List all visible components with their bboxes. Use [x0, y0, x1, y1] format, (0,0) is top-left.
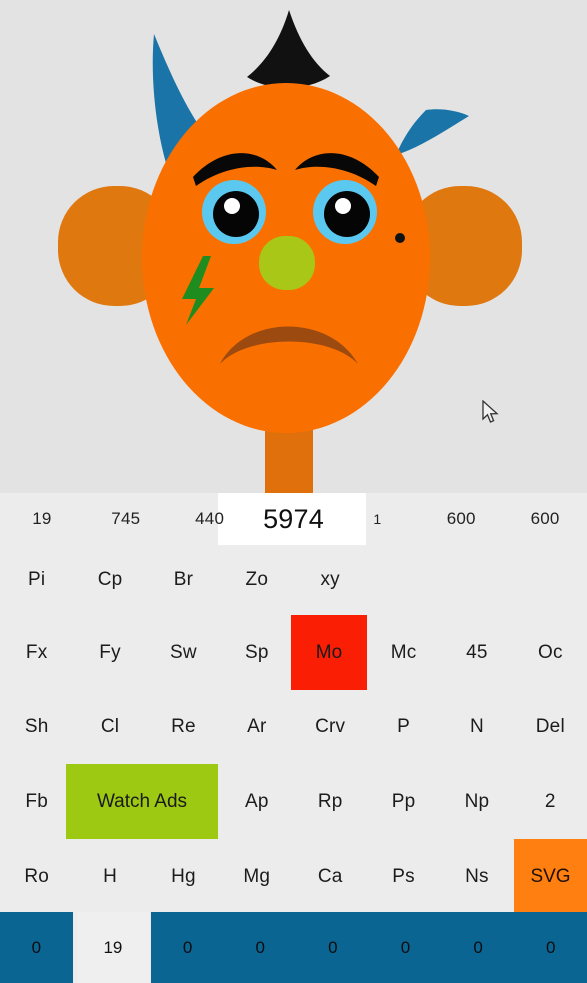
- bottom-cell-7[interactable]: 0: [514, 912, 587, 983]
- key-ca[interactable]: Ca: [294, 839, 367, 914]
- key-re[interactable]: Re: [147, 690, 220, 764]
- bottom-cell-1-active[interactable]: 19: [76, 912, 150, 983]
- key-row-4: Fb Ap Rp Pp Np 2 Watch Ads: [0, 764, 587, 839]
- character-canvas[interactable]: [0, 0, 587, 493]
- key-hg[interactable]: Hg: [147, 839, 220, 914]
- number-cell-4[interactable]: 1: [335, 493, 419, 545]
- number-cell-2[interactable]: 440: [168, 493, 252, 545]
- key-fy[interactable]: Fy: [73, 615, 146, 690]
- key-zo[interactable]: Zo: [220, 545, 293, 615]
- key-empty-1c: [514, 545, 587, 615]
- key-br[interactable]: Br: [147, 545, 220, 615]
- key-ns[interactable]: Ns: [440, 839, 513, 914]
- key-ps[interactable]: Ps: [367, 839, 440, 914]
- bottom-cell-3[interactable]: 0: [223, 912, 297, 983]
- bottom-cell-6[interactable]: 0: [441, 912, 515, 983]
- watch-ads-button[interactable]: Watch Ads: [66, 764, 218, 839]
- bottom-cell-5[interactable]: 0: [369, 912, 442, 983]
- key-sh[interactable]: Sh: [0, 690, 73, 764]
- key-2[interactable]: 2: [514, 764, 587, 839]
- mole-dot: [395, 233, 405, 243]
- key-cp[interactable]: Cp: [73, 545, 146, 615]
- svg-button[interactable]: SVG: [514, 839, 587, 914]
- key-oc[interactable]: Oc: [514, 615, 587, 690]
- key-mc[interactable]: Mc: [367, 615, 440, 690]
- key-row-5: Ro H Hg Mg Ca Ps Ns SVG: [0, 839, 587, 914]
- key-np[interactable]: Np: [440, 764, 513, 839]
- key-p[interactable]: P: [367, 690, 440, 764]
- bottom-counter-bar: 0 19 0 0 0 0 0 0: [0, 912, 587, 983]
- key-fb[interactable]: Fb: [0, 764, 73, 839]
- left-eye-highlight: [224, 198, 240, 214]
- key-xy[interactable]: xy: [294, 545, 367, 615]
- key-row-1: Pi Cp Br Zo xy: [0, 545, 587, 615]
- number-cell-0[interactable]: 19: [0, 493, 84, 545]
- key-pi[interactable]: Pi: [0, 545, 73, 615]
- key-h[interactable]: H: [73, 839, 146, 914]
- keyboard-panel: 19 745 440 5974 1 600 600 Pi Cp Br Zo xy…: [0, 493, 587, 914]
- key-ar[interactable]: Ar: [220, 690, 293, 764]
- key-rp[interactable]: Rp: [294, 764, 367, 839]
- number-cell-1[interactable]: 745: [84, 493, 168, 545]
- key-empty-1b: [440, 545, 513, 615]
- right-eye-highlight: [335, 198, 351, 214]
- right-eye-pupil: [324, 191, 370, 237]
- left-eye-pupil: [213, 191, 259, 237]
- number-cell-6[interactable]: 600: [503, 493, 587, 545]
- bottom-cell-4[interactable]: 0: [296, 912, 370, 983]
- key-ro[interactable]: Ro: [0, 839, 73, 914]
- key-45[interactable]: 45: [440, 615, 513, 690]
- key-n[interactable]: N: [440, 690, 513, 764]
- monster-illustration: [0, 0, 587, 493]
- key-del[interactable]: Del: [514, 690, 587, 764]
- key-pp[interactable]: Pp: [367, 764, 440, 839]
- key-row-3: Sh Cl Re Ar Crv P N Del: [0, 690, 587, 764]
- bottom-cell-0[interactable]: 0: [0, 912, 73, 983]
- number-cell-3-active[interactable]: 5974: [252, 493, 336, 545]
- number-readout-row: 19 745 440 5974 1 600 600: [0, 493, 587, 545]
- app-root: 19 745 440 5974 1 600 600 Pi Cp Br Zo xy…: [0, 0, 587, 983]
- key-mo-highlighted[interactable]: Mo: [291, 615, 367, 690]
- key-sw[interactable]: Sw: [147, 615, 220, 690]
- key-empty-1a: [367, 545, 440, 615]
- bottom-cell-2[interactable]: 0: [151, 912, 224, 983]
- key-fx[interactable]: Fx: [0, 615, 73, 690]
- nose: [259, 236, 315, 290]
- key-cl[interactable]: Cl: [73, 690, 146, 764]
- key-row-2: Fx Fy Sw Sp Mc 45 Oc Mo: [0, 615, 587, 690]
- key-sp[interactable]: Sp: [220, 615, 293, 690]
- key-ap[interactable]: Ap: [220, 764, 293, 839]
- key-mg[interactable]: Mg: [220, 839, 293, 914]
- key-crv[interactable]: Crv: [294, 690, 367, 764]
- number-cell-5[interactable]: 600: [419, 493, 503, 545]
